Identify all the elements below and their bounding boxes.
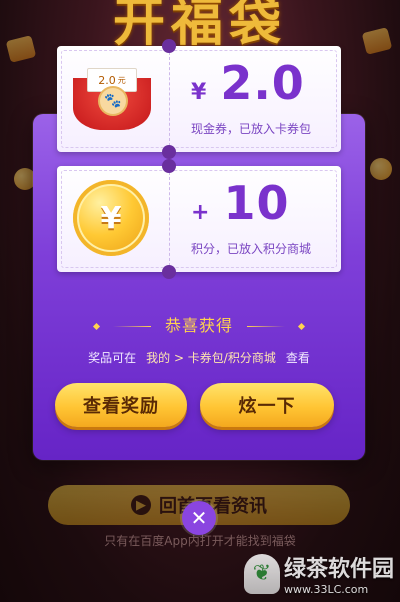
decor-dot-icon <box>298 322 306 331</box>
view-reward-button[interactable]: 查看奖励 <box>55 383 187 427</box>
currency-symbol: ¥ <box>191 80 207 105</box>
watermark-brand: 绿茶软件园 <box>283 557 394 582</box>
cash-description: 现金券，已放入卡券包 <box>191 122 312 136</box>
coin-symbol: ¥ <box>100 200 122 236</box>
points-coupon: ¥ + 10 积分，已放入积分商城 <box>57 159 341 279</box>
decor-line <box>112 326 151 327</box>
arrow-right-icon: ▶ <box>131 495 151 515</box>
reward-location-line: 奖品可在 我的 > 卡券包/积分商城 查看 <box>33 349 365 366</box>
coupon-notch <box>162 159 176 173</box>
coupon-divider <box>169 172 170 266</box>
red-envelope-icon: 2.0 元 🐾 <box>73 68 151 130</box>
decor-line <box>247 326 286 327</box>
cash-amount: ¥ 2.0 <box>191 56 305 110</box>
envelope-card-value: 2.0 <box>98 73 116 87</box>
coupon-notch <box>162 265 176 279</box>
close-button[interactable]: ✕ <box>182 501 216 535</box>
points-description: 积分，已放入积分商城 <box>191 242 312 256</box>
coin-icon <box>370 158 392 180</box>
plus-symbol: + <box>191 200 210 225</box>
background-title: 开福袋 <box>112 0 287 53</box>
watermark-text: 绿茶软件园 www.33LC.com <box>284 551 394 596</box>
decor-dot-icon <box>92 322 100 331</box>
paw-seal-icon: 🐾 <box>100 88 126 114</box>
watermark-url: www.33LC.com <box>283 583 369 596</box>
amount-value: 10 <box>223 176 290 230</box>
location-path-link[interactable]: 我的 > 卡券包/积分商城 <box>146 349 276 366</box>
close-icon: ✕ <box>190 506 208 530</box>
points-amount: + 10 <box>191 176 289 230</box>
cash-coupon: 2.0 元 🐾 ¥ 2.0 现金券，已放入卡券包 <box>57 39 341 159</box>
location-prefix: 奖品可在 <box>88 351 137 365</box>
gift-icon <box>5 35 37 63</box>
congrats-label: 恭喜获得 <box>164 316 233 335</box>
coupon-notch <box>162 145 176 159</box>
location-suffix: 查看 <box>285 351 310 365</box>
share-button[interactable]: 炫一下 <box>200 383 334 427</box>
envelope-card-unit: 元 <box>117 75 126 85</box>
congrats-title: 恭喜获得 <box>33 312 365 336</box>
gift-icon <box>361 27 393 55</box>
coupon-notch <box>162 39 176 53</box>
leaf-logo-icon: ❦ <box>243 553 280 594</box>
amount-value: 2.0 <box>220 56 305 110</box>
watermark: ❦ 绿茶软件园 www.33LC.com <box>243 551 394 596</box>
coupon-divider <box>169 52 170 146</box>
gold-coin-icon: ¥ <box>73 180 149 256</box>
